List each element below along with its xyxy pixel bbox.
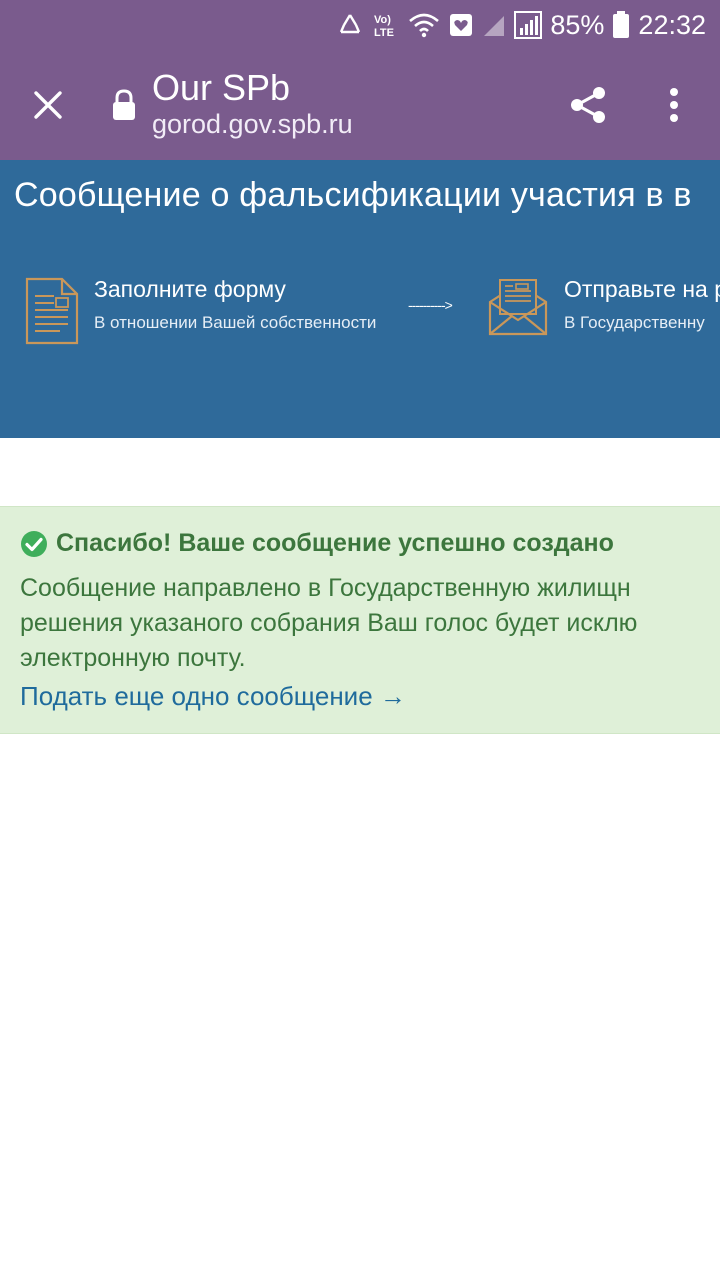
more-vert-icon xyxy=(670,88,678,122)
step-subtitle: В отношении Вашей собственности xyxy=(94,313,377,332)
share-button[interactable] xyxy=(560,77,616,133)
header-banner: Сообщение о фальсификации участия в в За… xyxy=(0,160,720,438)
clock: 22:32 xyxy=(638,9,706,40)
status-bar: Vo) LTE 85% 22:32 xyxy=(0,0,720,50)
step-arrow: ----------> xyxy=(408,297,453,313)
page-url[interactable]: gorod.gov.spb.ru xyxy=(152,108,353,140)
alert-title: Спасибо! Ваше сообщение успешно создано xyxy=(56,529,614,557)
volte-icon: Vo) LTE xyxy=(372,11,400,39)
alert-line: электронную почту. xyxy=(20,644,246,672)
wifi-icon xyxy=(408,12,440,38)
step-text: Заполните форму В отношении Вашей собств… xyxy=(94,276,376,334)
svg-text:Vo): Vo) xyxy=(374,14,391,26)
step-subtitle: В Государственну xyxy=(564,313,705,332)
overflow-menu-button[interactable] xyxy=(648,77,700,133)
step-text: Отправьте на р В Государственну xyxy=(564,276,720,334)
envelope-icon xyxy=(486,276,550,345)
recycle-icon xyxy=(336,12,364,38)
signal-icon xyxy=(514,11,543,39)
close-button[interactable] xyxy=(20,77,76,133)
page-title: Our SPb xyxy=(152,67,291,108)
browser-toolbar: Our SPb gorod.gov.spb.ru xyxy=(0,50,720,160)
alert-message: Сообщение направлено в Государственную ж… xyxy=(20,571,720,676)
svg-text:LTE: LTE xyxy=(374,27,394,39)
success-alert: Спасибо! Ваше сообщение успешно создано … xyxy=(0,506,720,734)
signal-weak-icon xyxy=(482,12,506,38)
share-icon xyxy=(571,87,605,123)
status-icons: Vo) LTE 85% 22:32 xyxy=(336,0,706,50)
close-icon xyxy=(34,91,62,119)
step-title: Отправьте на р xyxy=(564,276,720,302)
banner-title: Сообщение о фальсификации участия в в xyxy=(14,176,692,214)
submit-another-link[interactable]: Подать еще одно сообщение → xyxy=(20,681,406,712)
check-circle-icon xyxy=(21,530,47,557)
alert-line: Сообщение направлено в Государственную ж… xyxy=(20,574,631,602)
step-title: Заполните форму xyxy=(94,276,286,302)
title-block: Our SPb gorod.gov.spb.ru xyxy=(152,68,353,140)
lock-icon xyxy=(110,88,138,124)
alert-line: решения указаного собрания Ваш голос буд… xyxy=(20,609,638,637)
battery-percent: 85% xyxy=(550,9,605,40)
battery-icon xyxy=(612,11,630,39)
heart-box-icon xyxy=(448,12,474,38)
alert-header: Спасибо! Ваше сообщение успешно создано xyxy=(20,529,614,558)
document-icon xyxy=(24,276,80,351)
